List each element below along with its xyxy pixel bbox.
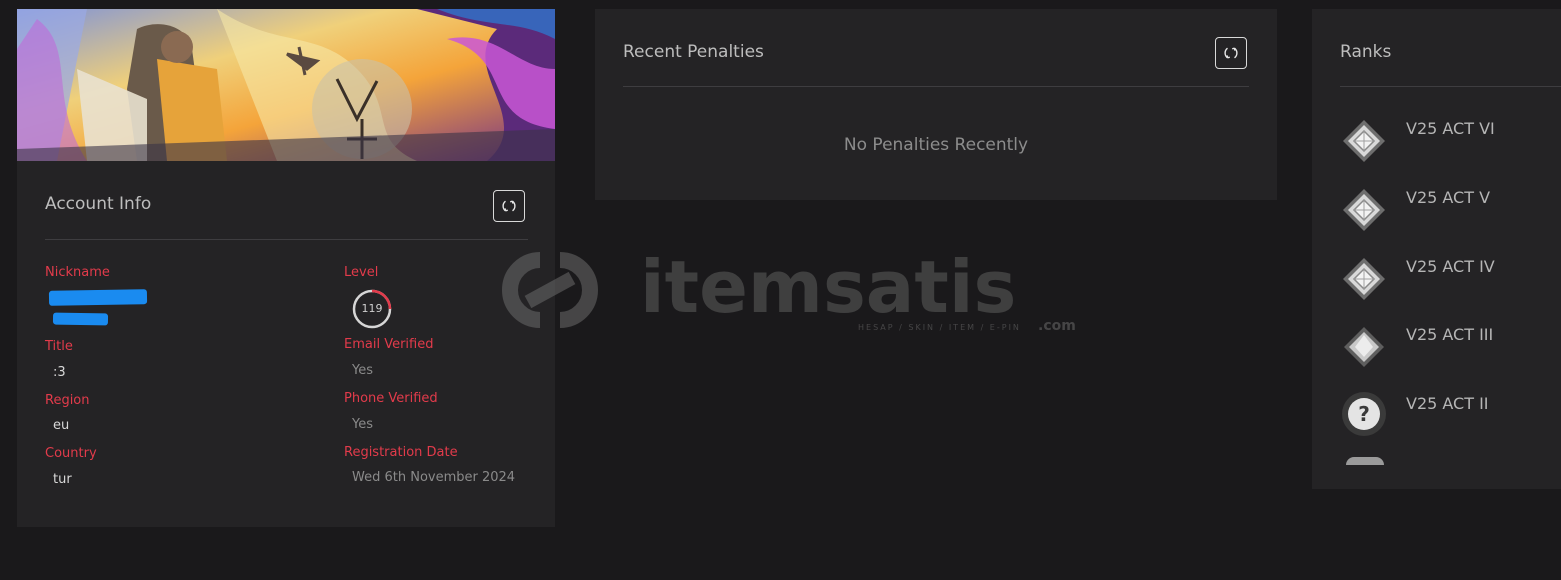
rank-item: V25 ACT VI (1340, 117, 1560, 173)
ranks-card: Ranks V25 ACT VI V25 ACT V V25 ACT IV V2… (1312, 9, 1561, 489)
account-refresh-button[interactable] (493, 190, 525, 222)
silver-rank-icon (1343, 120, 1385, 162)
account-info-title: Account Info (45, 194, 152, 214)
title-value: :3 (53, 365, 66, 380)
no-penalties-message: No Penalties Recently (843, 135, 1029, 155)
refresh-icon (1224, 47, 1238, 59)
watermark-brand: itemsatis (640, 245, 1016, 329)
recent-penalties-title: Recent Penalties (623, 42, 764, 62)
account-divider (45, 239, 528, 240)
watermark-tagline: HESAP / SKIN / ITEM / E-PIN (858, 323, 1021, 332)
level-ring: 119 (351, 288, 393, 330)
silver-rank-icon (1344, 327, 1384, 367)
ranks-title: Ranks (1340, 42, 1392, 62)
rank-label: V25 ACT IV (1406, 257, 1495, 276)
watermark-suffix: .com (1038, 318, 1076, 334)
ranks-divider (1340, 86, 1561, 87)
account-info-card: Account Info Nickname Title :3 Region eu… (17, 9, 555, 527)
rank-label: V25 ACT V (1406, 188, 1491, 207)
redacted-nickname (48, 289, 148, 306)
redacted-tag (52, 312, 109, 326)
rank-label: V25 ACT III (1406, 325, 1494, 344)
rank-label: V25 ACT VI (1406, 119, 1495, 138)
nickname-label: Nickname (45, 265, 110, 280)
penalties-refresh-button[interactable] (1215, 37, 1247, 69)
email-verified-value: Yes (352, 363, 373, 378)
unranked-icon: ? (1342, 392, 1386, 436)
country-label: Country (45, 446, 97, 461)
rank-item: V25 ACT V (1340, 186, 1560, 242)
email-verified-label: Email Verified (344, 337, 434, 352)
registration-date-value: Wed 6th November 2024 (352, 470, 516, 485)
recent-penalties-card: Recent Penalties No Penalties Recently (595, 9, 1277, 200)
title-label: Title (45, 339, 73, 354)
silver-rank-icon (1343, 258, 1385, 300)
refresh-icon (502, 200, 516, 212)
phone-verified-label: Phone Verified (344, 391, 438, 406)
svg-text:?: ? (1358, 402, 1370, 426)
rank-item: ? V25 ACT II (1340, 392, 1560, 448)
penalties-divider (623, 86, 1249, 87)
rank-item: V25 ACT IV (1340, 255, 1560, 311)
region-value: eu (53, 418, 70, 433)
country-value: tur (53, 472, 72, 487)
region-label: Region (45, 393, 90, 408)
next-rank-icon-partial (1346, 457, 1384, 465)
registration-date-label: Registration Date (344, 445, 458, 460)
rank-item: V25 ACT III (1340, 323, 1560, 379)
itemsatis-watermark: itemsatis HESAP / SKIN / ITEM / E-PIN .c… (478, 240, 1088, 340)
profile-banner-image (17, 9, 555, 161)
level-value: 119 (361, 302, 383, 315)
phone-verified-value: Yes (352, 417, 373, 432)
level-label: Level (344, 265, 379, 280)
silver-rank-icon (1343, 189, 1385, 231)
rank-label: V25 ACT II (1406, 394, 1489, 413)
